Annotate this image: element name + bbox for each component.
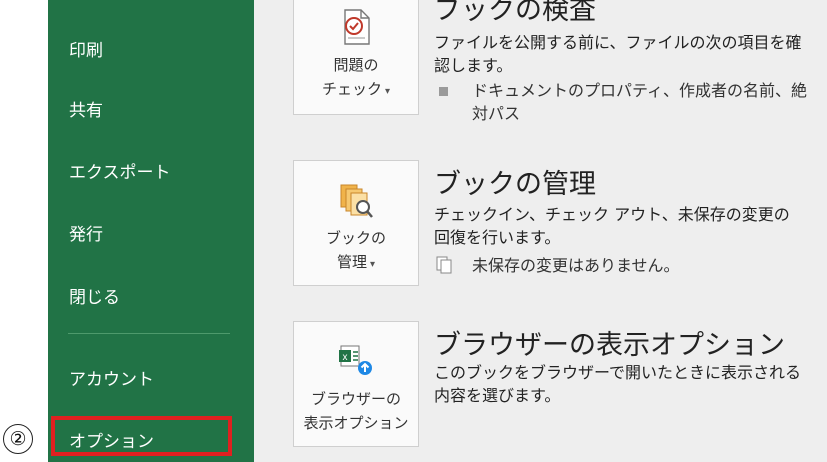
inspect-workbook-description: ファイルを公開する前に、ファイルの次の項目を確認します。 (434, 33, 802, 75)
sidebar-item-options-label: オプション (69, 432, 154, 452)
info-panel: 問題の チェック ▾ ブックの検査 ファイルを公開する前に、ファイルの次の項目を確… (254, 0, 827, 462)
manage-workbook-icon (339, 181, 373, 219)
manage-workbook-bullet-text: 未保存の変更はありません。 (472, 256, 680, 275)
dropdown-caret-icon: ▾ (384, 86, 391, 97)
inspect-document-icon (339, 8, 373, 46)
inspect-workbook-bullet-text: ドキュメントのプロパティ、作成者の名前、絶対パス (472, 81, 808, 123)
browser-view-options-button[interactable]: x ブラウザーの 表示オプション (293, 321, 419, 447)
backstage-sidebar: 印刷 共有 エクスポート 発行 閉じる アカウント オプション (48, 0, 254, 462)
manage-workbook-description: チェックイン、チェック アウト、未保存の変更の回復を行います。 (434, 205, 790, 247)
dropdown-caret-icon: ▾ (369, 259, 376, 270)
sidebar-item-close[interactable]: 閉じる (69, 283, 120, 308)
check-for-issues-label-2: チェック ▾ (321, 80, 391, 98)
sidebar-item-options[interactable]: オプション (51, 416, 232, 456)
sidebar-item-share[interactable]: 共有 (69, 96, 103, 121)
step-number-marker: ② (3, 424, 33, 454)
svg-text:x: x (343, 352, 348, 363)
manage-workbook-label-2: 管理 ▾ (336, 253, 376, 271)
browser-view-options-label-1: ブラウザーの (310, 390, 401, 408)
browser-view-options-icon: x (339, 342, 373, 380)
browser-view-options-title: ブラウザーの表示オプション (434, 330, 785, 361)
manage-workbook-title: ブックの管理 (434, 169, 596, 200)
manage-workbook-button[interactable]: ブックの 管理 ▾ (293, 160, 419, 286)
sidebar-divider (68, 333, 230, 334)
manage-workbook-label-1: ブックの (325, 229, 386, 247)
document-copy-icon (436, 256, 452, 280)
inspect-workbook-title: ブックの検査 (434, 0, 596, 26)
sidebar-item-print[interactable]: 印刷 (69, 36, 103, 61)
check-for-issues-button[interactable]: 問題の チェック ▾ (293, 0, 419, 115)
sidebar-item-publish[interactable]: 発行 (69, 220, 103, 245)
browser-view-options-description: このブックをブラウザーで開いたときに表示される内容を選びます。 (434, 363, 802, 405)
sidebar-item-export[interactable]: エクスポート (69, 158, 171, 183)
browser-view-options-label-2: 表示オプション (303, 414, 409, 432)
bullet-square-icon (439, 87, 448, 96)
check-for-issues-label-1: 問題の (333, 56, 379, 74)
sidebar-item-account[interactable]: アカウント (69, 365, 154, 390)
